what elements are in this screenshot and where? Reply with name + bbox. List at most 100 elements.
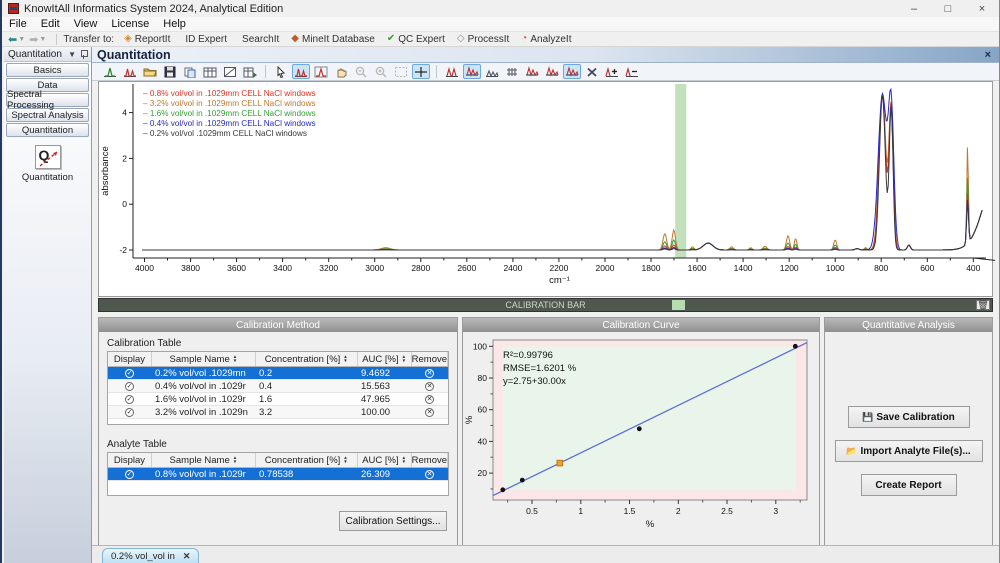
export-table-icon[interactable] xyxy=(241,64,259,79)
sidebar-header[interactable]: Quantitation ▼ xyxy=(4,47,91,62)
sidebar-item-quantitation[interactable]: Quantitation xyxy=(6,123,89,137)
crosshair-icon[interactable] xyxy=(412,64,430,79)
column-header-auc-[interactable]: AUC [%]▲▼ xyxy=(358,352,412,366)
sort-icon[interactable]: ▲▼ xyxy=(233,355,237,363)
tab-close-icon[interactable]: ✕ xyxy=(183,551,191,562)
remove-icon[interactable]: ✕ xyxy=(425,408,434,417)
active-view-icon[interactable] xyxy=(563,64,581,79)
forward-dropdown-icon[interactable]: ▼ xyxy=(39,36,46,43)
display-check-icon[interactable]: ✓ xyxy=(125,408,134,417)
sample-name-cell[interactable]: 3.2% vol/vol in .1029n xyxy=(152,406,256,419)
sample-name-cell[interactable]: 0.4% vol/vol in .1029r xyxy=(152,380,256,393)
remove-cell[interactable]: ✕ xyxy=(412,406,448,419)
display-setup-icon[interactable] xyxy=(221,64,239,79)
split-view-icon[interactable] xyxy=(543,64,561,79)
remove-cell[interactable]: ✕ xyxy=(412,468,448,481)
menu-file[interactable]: File xyxy=(2,18,34,30)
remove-cell[interactable]: ✕ xyxy=(412,393,448,406)
overlay-view-icon[interactable] xyxy=(523,64,541,79)
pan-hand-icon[interactable] xyxy=(332,64,350,79)
analyzeit-button[interactable]: ◔AnalyzeIt xyxy=(517,33,577,46)
display-check-icon[interactable]: ✓ xyxy=(125,470,134,479)
calibration-region-marker[interactable] xyxy=(672,300,685,310)
remove-icon[interactable]: ✕ xyxy=(425,382,434,391)
menu-edit[interactable]: Edit xyxy=(34,18,67,30)
pin-icon[interactable] xyxy=(80,50,87,59)
concentration-cell[interactable]: 0.78538 xyxy=(256,468,358,481)
module-close-icon[interactable]: × xyxy=(985,49,991,61)
column-header-sample-name[interactable]: Sample Name▲▼ xyxy=(152,352,256,366)
auc-cell[interactable]: 47.965 xyxy=(358,393,412,406)
grid-view-icon[interactable] xyxy=(503,64,521,79)
column-header-remove[interactable]: Remove xyxy=(412,453,448,467)
open-traces-icon[interactable] xyxy=(121,64,139,79)
auc-cell[interactable]: 9.4692 xyxy=(358,367,412,380)
remove-cell[interactable]: ✕ xyxy=(412,367,448,380)
display-cell[interactable]: ✓ xyxy=(108,380,152,393)
display-cell[interactable]: ✓ xyxy=(108,406,152,419)
peak-mode-icon[interactable] xyxy=(292,64,310,79)
auc-cell[interactable]: 15.563 xyxy=(358,380,412,393)
add-peak-icon[interactable] xyxy=(603,64,621,79)
calibration-curve-chart[interactable]: 0.511.522.5320406080100%%R²=0.99796RMSE=… xyxy=(463,332,819,544)
quantitation-tool[interactable]: Q Quantitation xyxy=(4,145,91,183)
display-cell[interactable]: ✓ xyxy=(108,393,152,406)
back-icon[interactable]: ⬅ xyxy=(8,33,17,46)
column-header-display[interactable]: Display xyxy=(108,453,152,467)
remove-cell[interactable]: ✕ xyxy=(412,380,448,393)
auc-cell[interactable]: 26.309 xyxy=(358,468,412,481)
mineit-database-button[interactable]: ◆MineIt Database xyxy=(287,33,381,46)
menu-help[interactable]: Help xyxy=(156,18,193,30)
concentration-cell[interactable]: 0.4 xyxy=(256,380,358,393)
display-check-icon[interactable]: ✓ xyxy=(125,382,134,391)
minimize-button[interactable]: – xyxy=(897,0,931,17)
calibration-table[interactable]: DisplaySample Name▲▼Concentration [%]▲▼A… xyxy=(107,351,449,425)
sort-icon[interactable]: ▲▼ xyxy=(343,456,347,464)
select-cursor-icon[interactable] xyxy=(272,64,290,79)
close-button[interactable]: × xyxy=(965,0,999,17)
qc-expert-button[interactable]: ✔QC Expert xyxy=(383,33,451,46)
display-check-icon[interactable]: ✓ xyxy=(125,369,134,378)
quantitation-icon[interactable]: Q xyxy=(35,145,61,169)
id-expert-button[interactable]: ID Expert xyxy=(178,33,233,46)
spectrum-panel[interactable]: 4000380036003400320030002800260024002200… xyxy=(98,81,993,297)
sort-icon[interactable]: ▲▼ xyxy=(233,456,237,464)
remove-icon[interactable]: ✕ xyxy=(425,470,434,479)
column-header-concentration-[interactable]: Concentration [%]▲▼ xyxy=(256,453,358,467)
trash-icon[interactable]: 🗑 xyxy=(976,300,990,310)
document-tab[interactable]: 0.2% vol_vol in✕ xyxy=(102,548,199,563)
table-icon[interactable] xyxy=(201,64,219,79)
display-check-icon[interactable]: ✓ xyxy=(125,395,134,404)
open-file-icon[interactable] xyxy=(141,64,159,79)
sidebar-item-spectral-analysis[interactable]: Spectral Analysis xyxy=(6,108,89,122)
column-header-auc-[interactable]: AUC [%]▲▼ xyxy=(358,453,412,467)
clear-peaks-icon[interactable] xyxy=(583,64,601,79)
concentration-cell[interactable]: 0.2 xyxy=(256,367,358,380)
open-trace-icon[interactable] xyxy=(101,64,119,79)
stacked-view-icon[interactable] xyxy=(483,64,501,79)
display-cell[interactable]: ✓ xyxy=(108,468,152,481)
sort-icon[interactable]: ▲▼ xyxy=(402,355,406,363)
column-header-remove[interactable]: Remove xyxy=(412,352,448,366)
reportit-button[interactable]: ◈ReportIt xyxy=(120,33,176,46)
table-row[interactable]: ✓0.8% vol/vol in .1029r0.7853826.309✕ xyxy=(108,468,448,481)
table-row[interactable]: ✓0.2% vol/vol .1029mn0.29.4692✕ xyxy=(108,367,448,380)
sidebar-item-spectral-processing[interactable]: Spectral Processing xyxy=(6,93,89,107)
remove-icon[interactable]: ✕ xyxy=(425,369,434,378)
concentration-cell[interactable]: 1.6 xyxy=(256,393,358,406)
menu-view[interactable]: View xyxy=(67,18,105,30)
chevron-down-icon[interactable]: ▼ xyxy=(68,50,76,59)
column-header-display[interactable]: Display xyxy=(108,352,152,366)
sidebar-item-basics[interactable]: Basics xyxy=(6,63,89,77)
maximize-button[interactable]: □ xyxy=(931,0,965,17)
forward-icon[interactable]: ➡ xyxy=(29,33,38,46)
sort-icon[interactable]: ▲▼ xyxy=(343,355,347,363)
copy-icon[interactable] xyxy=(181,64,199,79)
calibration-bar[interactable]: CALIBRATION BAR 🗑 xyxy=(98,298,993,312)
baseline-peaks-icon[interactable] xyxy=(463,64,481,79)
save-calibration-button[interactable]: 💾Save Calibration xyxy=(848,406,970,428)
column-header-concentration-[interactable]: Concentration [%]▲▼ xyxy=(256,352,358,366)
remove-peak-icon[interactable] xyxy=(623,64,641,79)
processit-button[interactable]: ◇ProcessIt xyxy=(453,33,515,46)
column-header-sample-name[interactable]: Sample Name▲▼ xyxy=(152,453,256,467)
